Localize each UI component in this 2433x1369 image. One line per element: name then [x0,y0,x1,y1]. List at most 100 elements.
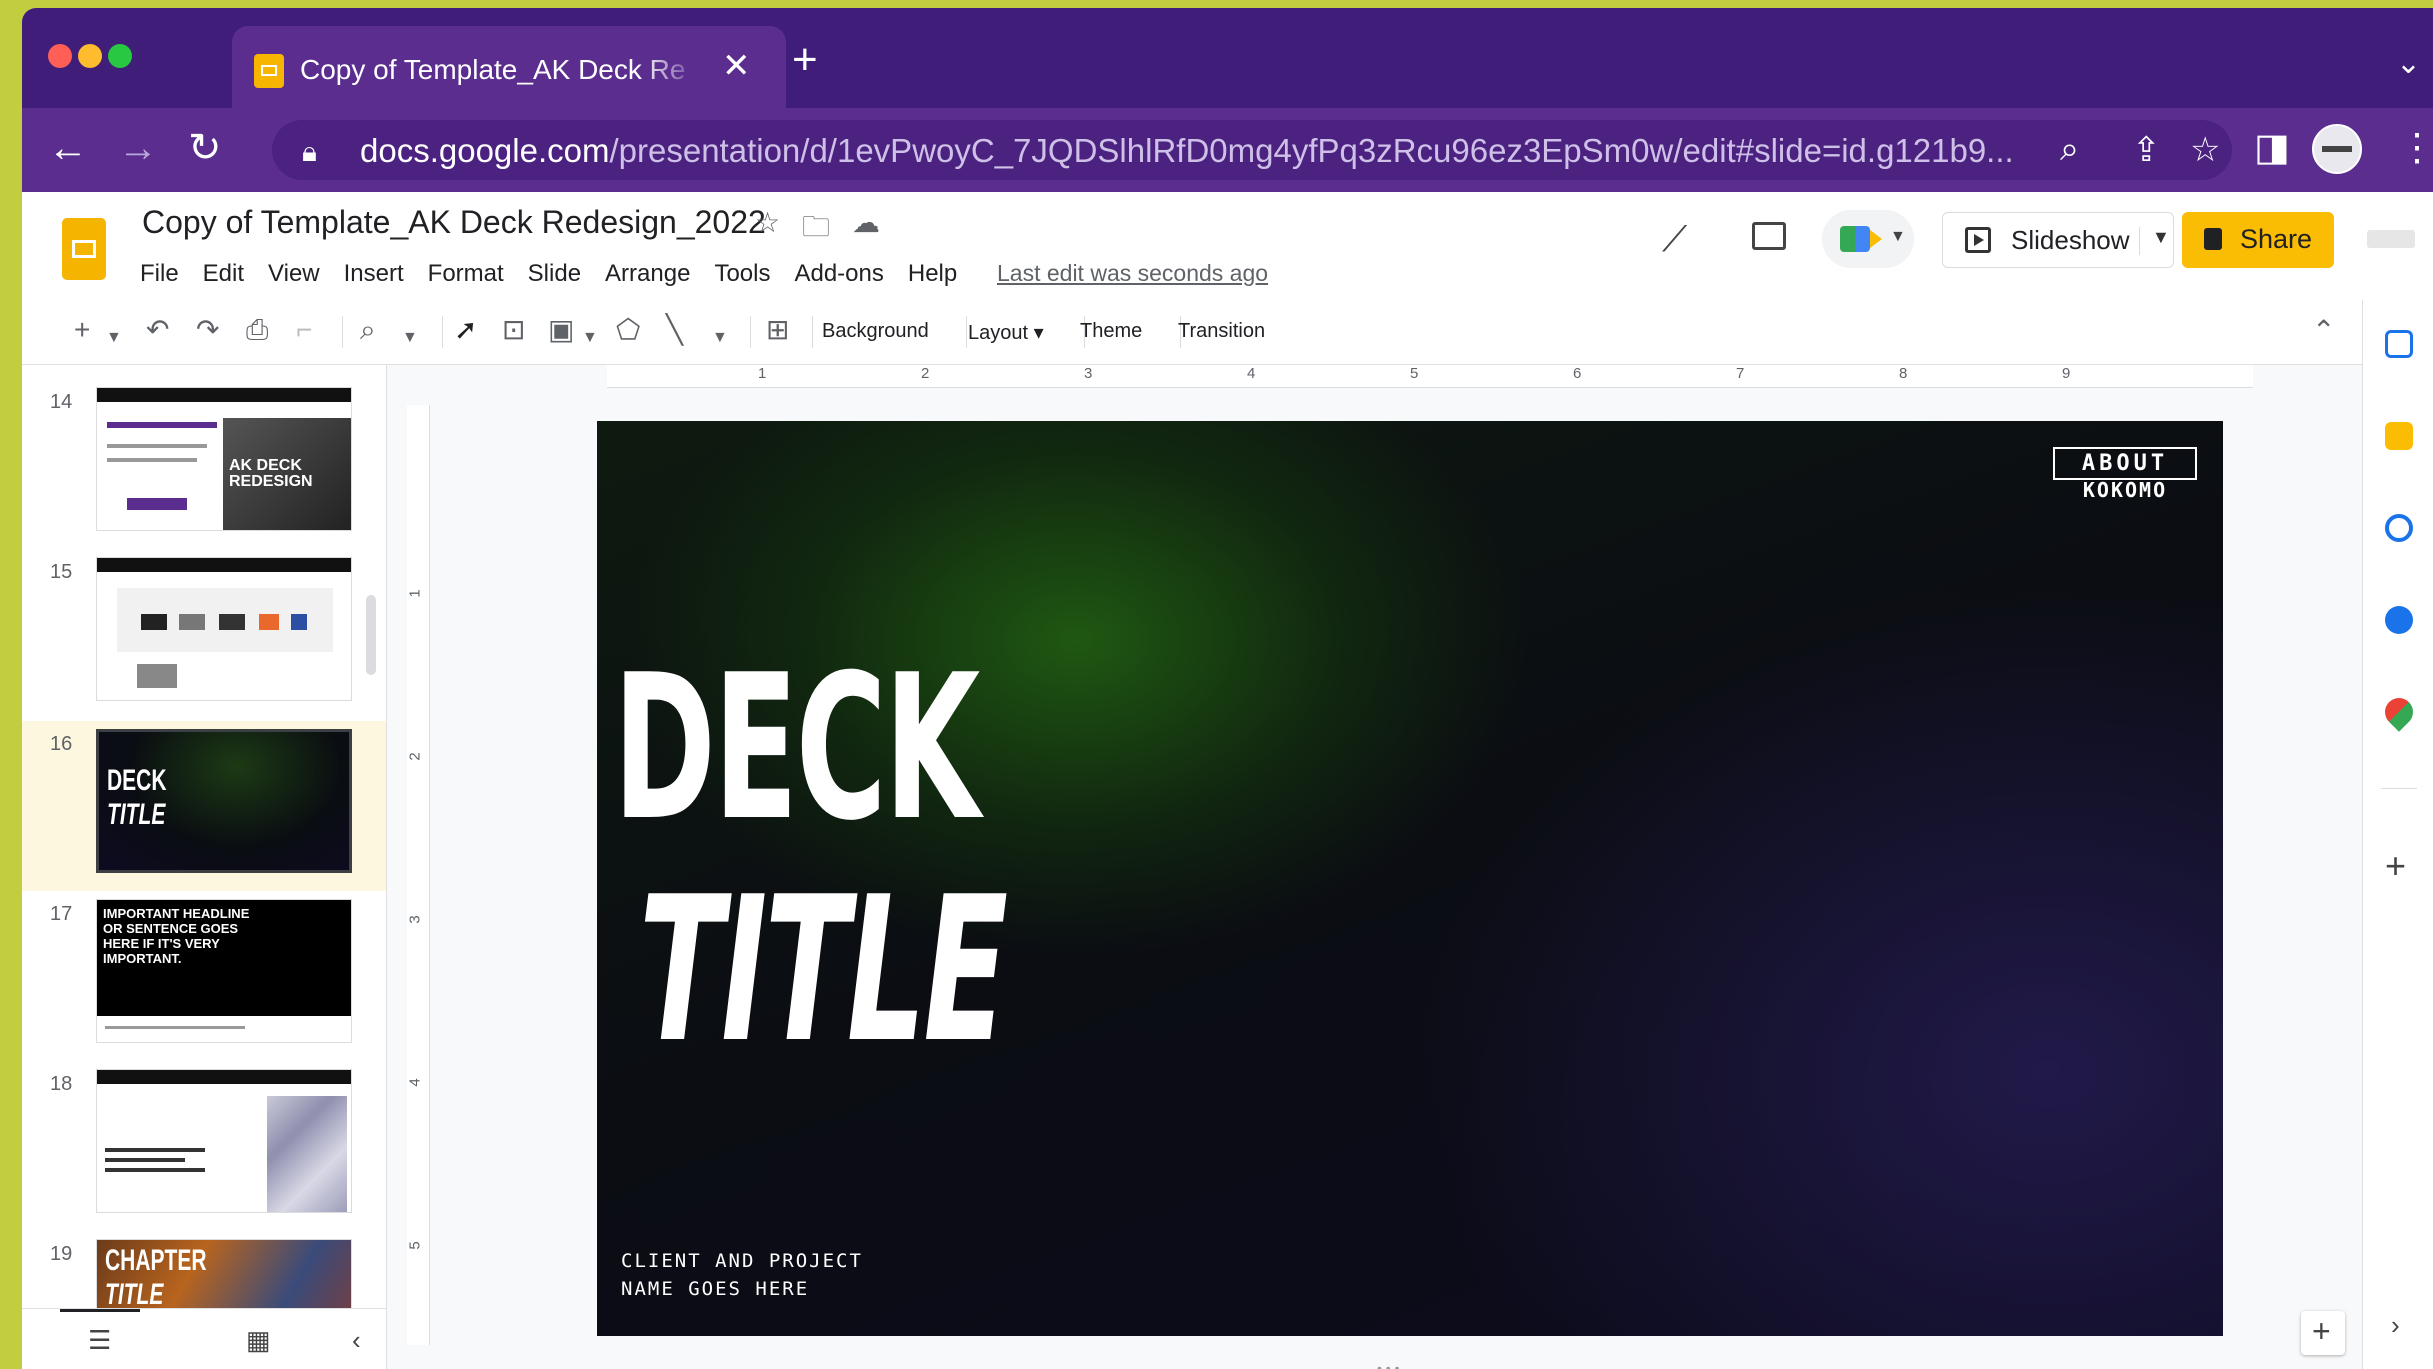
bookmark-star-icon[interactable]: ☆ [2190,130,2220,170]
slide-workspace[interactable]: 1 2 3 4 5 6 7 8 9 1 2 3 4 5 DECK TITLE C… [387,365,2362,1369]
redo-icon[interactable]: ↷ [196,314,219,346]
select-cursor-icon[interactable]: ➚ [454,314,477,346]
slide-title-line-2[interactable]: TITLE [639,871,1008,1071]
keep-icon[interactable] [2385,422,2413,450]
image-chevron-icon[interactable]: ▼ [582,322,598,354]
line-chevron-icon[interactable]: ▼ [712,322,728,354]
forward-arrow-icon[interactable]: → [118,126,158,170]
slide-thumbnail[interactable] [96,1069,352,1213]
browser-menu-icon[interactable]: ⋮ [2398,126,2433,170]
expand-side-panel-chevron-icon[interactable]: › [2391,1310,2400,1341]
profile-avatar[interactable] [2312,124,2362,174]
close-window-button[interactable] [48,44,72,68]
slide-thumbnail[interactable] [96,557,352,701]
browser-tab-active[interactable]: Copy of Template_AK Deck Re ✕ [232,26,786,108]
new-tab-button[interactable]: + [792,38,818,82]
slide-filmstrip[interactable]: 14 AK DECK REDESIGN 15 16 DECK TITLE 17 … [22,365,387,1369]
shape-icon[interactable]: ⬠ [616,314,640,346]
move-folder-icon[interactable]: 🗀︎ [802,206,830,254]
account-avatar[interactable] [2367,230,2415,248]
share-page-icon[interactable]: ⇪ [2132,130,2161,170]
reload-icon[interactable]: ↻ [188,126,222,170]
ruler-mark: 2 [406,752,424,761]
contacts-icon[interactable] [2385,606,2413,634]
lock-icon[interactable]: 🔒︎ [302,136,317,169]
minimize-window-button[interactable] [78,44,102,68]
address-bar[interactable]: 🔒︎ docs.google.com/presentation/d/1evPwo… [272,120,2232,180]
star-icon[interactable]: ☆ [755,206,780,239]
background-button[interactable]: Background [822,320,929,343]
about-kokomo-logo[interactable]: ABOUT KOKOMO [2053,447,2197,502]
tab-close-icon[interactable]: ✕ [722,46,751,86]
filmstrip-slide-18[interactable]: 18 [22,1061,386,1231]
tab-search-chevron-icon[interactable]: ⌄ [2396,46,2421,81]
text-box-icon[interactable]: ⊡ [502,314,525,346]
calendar-icon[interactable] [2385,330,2413,358]
slideshow-button[interactable]: Slideshow ▼ [1942,212,2174,268]
filmstrip-slide-16[interactable]: 16 DECK TITLE [22,721,386,891]
zoom-magnifier-icon[interactable]: ⌕ [2060,130,2079,169]
horizontal-ruler[interactable]: 1 2 3 4 5 6 7 8 9 [607,365,2253,388]
last-edit-link[interactable]: Last edit was seconds ago [997,260,1268,287]
slide-title-line-1[interactable]: DECK [613,649,980,849]
meet-button[interactable]: ▼ [1822,210,1914,268]
filmstrip-scrollbar[interactable] [366,595,376,675]
transition-button[interactable]: Transition [1178,320,1265,343]
ruler-mark: 3 [406,915,424,924]
maps-pin-icon[interactable] [2379,692,2419,732]
comments-icon[interactable] [1752,222,1786,250]
new-slide-chevron-icon[interactable]: ▼ [106,322,122,354]
slide-number: 17 [50,903,73,925]
zoom-window-button[interactable] [108,44,132,68]
undo-icon[interactable]: ↶ [146,314,169,346]
menu-slide[interactable]: Slide [528,260,581,288]
cloud-status-icon[interactable]: ☁︎ [852,206,880,239]
grid-view-icon[interactable]: ▦ [246,1325,271,1356]
menu-format[interactable]: Format [428,260,504,288]
menu-tools[interactable]: Tools [714,260,770,288]
zoom-chevron-icon[interactable]: ▼ [402,322,418,354]
ruler-mark: 9 [2062,365,2071,382]
collapse-menus-chevron-icon[interactable]: ⌃ [2312,314,2335,347]
collapse-filmstrip-chevron-icon[interactable]: ‹ [352,1325,361,1356]
side-panel-icon[interactable]: ◨ [2254,126,2290,170]
theme-button[interactable]: Theme [1080,320,1142,343]
back-arrow-icon[interactable]: ← [48,126,88,170]
tasks-icon[interactable] [2385,514,2413,542]
menu-help[interactable]: Help [908,260,957,288]
filmstrip-slide-15[interactable]: 15 [22,549,386,719]
print-icon[interactable]: ⎙ [246,314,268,346]
share-button[interactable]: Share [2182,212,2334,268]
menu-edit[interactable]: Edit [203,260,244,288]
menu-arrange[interactable]: Arrange [605,260,690,288]
menu-add-ons[interactable]: Add-ons [794,260,883,288]
slide-thumbnail-selected[interactable]: DECK TITLE [96,729,352,873]
menu-view[interactable]: View [268,260,320,288]
line-icon[interactable]: ╲ [666,314,683,346]
menu-insert[interactable]: Insert [344,260,404,288]
filmstrip-slide-17[interactable]: 17 IMPORTANT HEADLINE OR SENTENCE GOES H… [22,891,386,1061]
new-slide-plus-icon[interactable]: + [74,314,90,346]
filmstrip-slide-14[interactable]: 14 AK DECK REDESIGN [22,379,386,549]
activity-trend-icon[interactable]: ⟋ [1662,218,1687,261]
document-title[interactable]: Copy of Template_AK Deck Redesign_2022 [142,204,766,241]
url-text[interactable]: docs.google.com/presentation/d/1evPwoyC_… [360,132,2080,172]
client-project-text[interactable]: CLIENT AND PROJECT NAME GOES HERE [621,1247,863,1303]
slide-thumbnail[interactable]: AK DECK REDESIGN [96,387,352,531]
slide-canvas[interactable]: DECK TITLE CLIENT AND PROJECT NAME GOES … [597,421,2223,1336]
paint-format-icon[interactable]: ⌐ [296,314,312,346]
zoom-icon[interactable]: ⌕ [360,314,376,346]
vertical-ruler[interactable]: 1 2 3 4 5 [407,405,430,1345]
slide-thumbnail[interactable]: IMPORTANT HEADLINE OR SENTENCE GOES HERE… [96,899,352,1043]
image-icon[interactable]: ▣ [548,314,574,346]
menu-file[interactable]: File [140,260,179,288]
slideshow-options-chevron-icon[interactable]: ▼ [2139,227,2170,255]
toolbar-divider [966,316,967,348]
speaker-notes-handle[interactable]: • • • [1377,1360,1399,1369]
add-comment-icon[interactable]: ⊞ [766,314,789,346]
slides-logo-icon[interactable] [62,218,106,280]
layout-button[interactable]: Layout ▾ [968,320,1044,345]
get-add-ons-plus-icon[interactable]: + [2385,845,2406,887]
explore-button[interactable] [2301,1311,2345,1355]
filmstrip-view-icon[interactable]: ☰ [88,1325,111,1356]
